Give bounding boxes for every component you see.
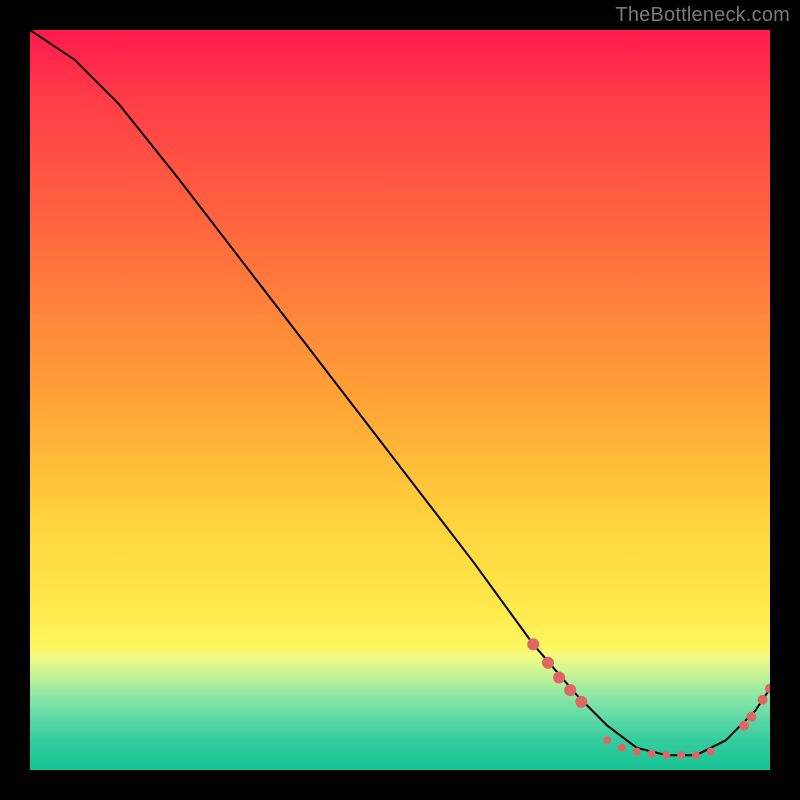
highlight-point: [603, 736, 611, 744]
highlight-point: [575, 696, 587, 708]
highlight-point: [707, 748, 715, 756]
bottleneck-curve-path: [30, 30, 770, 755]
highlight-point: [542, 657, 554, 669]
highlight-point: [564, 684, 576, 696]
highlight-point: [648, 750, 656, 758]
chart-frame: TheBottleneck.com: [0, 0, 800, 800]
highlight-point: [618, 744, 626, 752]
highlight-points: [527, 638, 770, 759]
highlight-point: [758, 695, 768, 705]
curve-overlay: [30, 30, 770, 770]
highlight-point: [765, 684, 770, 694]
plot-area: [30, 30, 770, 770]
highlight-point: [633, 748, 641, 756]
bottleneck-curve: [30, 30, 770, 755]
watermark-text: TheBottleneck.com: [615, 4, 790, 27]
highlight-point: [692, 751, 700, 759]
highlight-point: [739, 721, 749, 731]
highlight-point: [747, 712, 757, 722]
highlight-point: [553, 672, 565, 684]
highlight-point: [527, 638, 539, 650]
highlight-point: [677, 751, 685, 759]
highlight-point: [662, 751, 670, 759]
